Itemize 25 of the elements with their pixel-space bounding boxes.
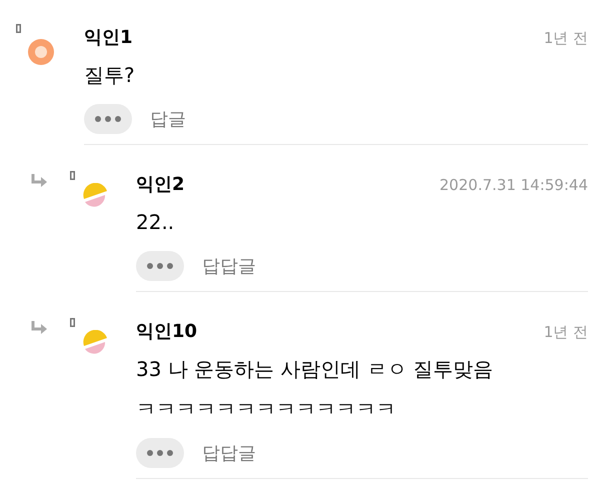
more-icon [95,116,121,122]
timestamp: 1년 전 [544,322,588,343]
comment-text: 질투? [84,62,136,89]
reply-button[interactable]: 답글 [150,106,186,132]
timestamp: 2020.7.31 14:59:44 [440,175,588,196]
more-button[interactable] [136,251,184,281]
timestamp: 1년 전 [544,28,588,49]
more-button[interactable] [136,438,184,468]
reply-button[interactable]: 답답글 [202,440,256,466]
comment-text: ㅋㅋㅋㅋㅋㅋㅋㅋㅋㅋㅋㅋㅋ [136,396,397,423]
comment-text: 33 나 운동하는 사람인데 ㄹㅇ 질투맞음 [136,356,494,383]
more-button[interactable] [84,104,132,134]
author-name: 익인2 [136,173,185,197]
more-icon [147,450,173,456]
comment-text: 22.. [136,209,176,236]
broken-image-icon [16,24,21,33]
avatar-icon [28,39,54,65]
author-name: 익인10 [136,320,198,344]
reply-arrow-icon [30,173,48,189]
broken-image-icon [70,318,75,327]
more-icon [147,263,173,269]
reply-arrow-icon [30,320,48,336]
author-name: 익인1 [84,26,133,50]
reply-button[interactable]: 답답글 [202,252,256,280]
broken-image-icon [70,171,75,180]
